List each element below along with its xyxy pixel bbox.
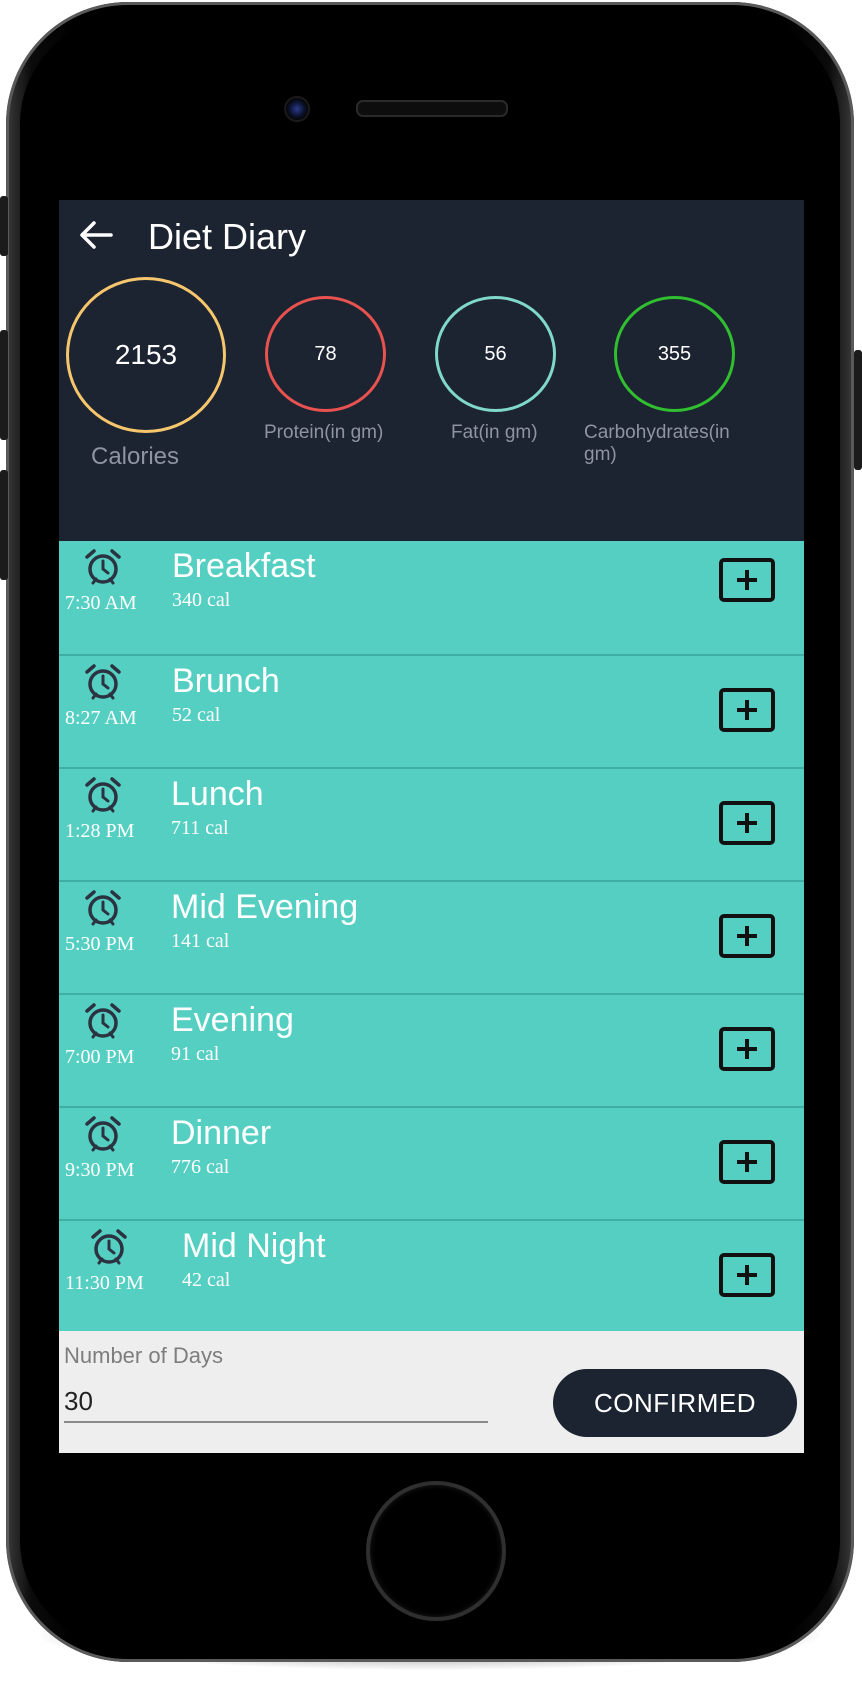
days-input[interactable] — [64, 1381, 488, 1423]
carbs-label-line1: Carbohydrates(in — [584, 422, 730, 443]
meal-calories: 91 cal — [171, 1043, 220, 1065]
alarm-clock-icon — [91, 1229, 127, 1265]
meal-row-mid-night[interactable]: 11:30 PM Mid Night 42 cal — [59, 1219, 804, 1334]
add-meal-button[interactable] — [719, 1253, 775, 1297]
app-screen: Diet Diary 2153 Calories 78 Protein(in g… — [59, 200, 804, 1453]
protein-value: 78 — [314, 342, 337, 365]
alarm-clock-icon — [85, 1003, 121, 1039]
days-label: Number of Days — [64, 1343, 223, 1368]
meal-time: 7:00 PM — [65, 1046, 135, 1068]
add-meal-button[interactable] — [719, 1140, 775, 1184]
meal-calories: 776 cal — [171, 1156, 230, 1178]
home-button[interactable] — [366, 1481, 506, 1621]
add-meal-button[interactable] — [719, 1027, 775, 1071]
meal-row-evening[interactable]: 7:00 PM Evening 91 cal — [59, 993, 804, 1108]
protein-label: Protein(in gm) — [264, 422, 384, 443]
meal-calories: 711 cal — [171, 817, 229, 839]
meal-name: Mid Evening — [171, 888, 359, 926]
carbs-ring: 355 — [614, 296, 735, 412]
meal-time: 8:27 AM — [65, 707, 137, 729]
calories-label: Calories — [91, 443, 180, 470]
meal-time: 9:30 PM — [65, 1159, 135, 1181]
meal-name: Breakfast — [172, 547, 316, 585]
protein-ring: 78 — [265, 296, 386, 412]
meal-row-lunch[interactable]: 1:28 PM Lunch 711 cal — [59, 767, 804, 882]
alarm-clock-icon — [85, 1116, 121, 1152]
alarm-clock-icon — [85, 777, 121, 813]
fat-ring: 56 — [435, 296, 556, 412]
carbs-value: 355 — [657, 342, 692, 365]
add-meal-button[interactable] — [719, 801, 775, 845]
power-button — [854, 350, 862, 470]
volume-up-button — [0, 330, 8, 440]
calories-ring: 2153 — [66, 277, 226, 433]
front-camera — [284, 96, 310, 122]
silent-switch — [0, 196, 8, 256]
meal-calories: 141 cal — [171, 930, 230, 952]
back-arrow-icon[interactable] — [75, 214, 117, 256]
calories-value: 2153 — [114, 339, 178, 370]
meal-calories: 340 cal — [172, 589, 231, 611]
earpiece-speaker — [356, 100, 508, 117]
fat-value: 56 — [484, 342, 507, 365]
meal-name: Mid Night — [182, 1227, 326, 1265]
alarm-clock-icon — [85, 890, 121, 926]
alarm-clock-icon — [85, 549, 121, 585]
meal-calories: 42 cal — [182, 1269, 231, 1291]
meal-name: Brunch — [172, 662, 280, 700]
footer: Number of Days CONFIRMED — [59, 1331, 804, 1453]
alarm-clock-icon — [85, 664, 121, 700]
add-meal-button[interactable] — [719, 688, 775, 732]
carbs-label: Carbohydrates(in gm) — [584, 422, 730, 466]
meal-calories: 52 cal — [172, 704, 221, 726]
fat-label: Fat(in gm) — [451, 422, 538, 443]
add-meal-button[interactable] — [719, 558, 775, 602]
volume-down-button — [0, 470, 8, 580]
meal-row-brunch[interactable]: 8:27 AM Brunch 52 cal — [59, 654, 804, 769]
meal-name: Evening — [171, 1001, 294, 1039]
meal-name: Lunch — [171, 775, 264, 813]
page-title: Diet Diary — [148, 216, 307, 257]
meal-row-dinner[interactable]: 9:30 PM Dinner 776 cal — [59, 1106, 804, 1221]
meal-name: Dinner — [171, 1114, 272, 1152]
add-meal-button[interactable] — [719, 914, 775, 958]
meal-row-breakfast[interactable]: 7:30 AM Breakfast 340 cal — [59, 541, 804, 654]
meal-row-mid-evening[interactable]: 5:30 PM Mid Evening 141 cal — [59, 880, 804, 995]
confirm-button[interactable]: CONFIRMED — [553, 1369, 797, 1437]
meal-list: 7:30 AM Breakfast 340 cal 8:27 AM Brunch… — [59, 541, 804, 1334]
carbs-label-line2: gm) — [584, 444, 617, 465]
meal-time: 1:28 PM — [65, 820, 135, 842]
meal-time: 11:30 PM — [65, 1272, 144, 1294]
meal-time: 7:30 AM — [65, 592, 137, 614]
meal-time: 5:30 PM — [65, 933, 135, 955]
header: Diet Diary 2153 Calories 78 Protein(in g… — [59, 200, 804, 541]
